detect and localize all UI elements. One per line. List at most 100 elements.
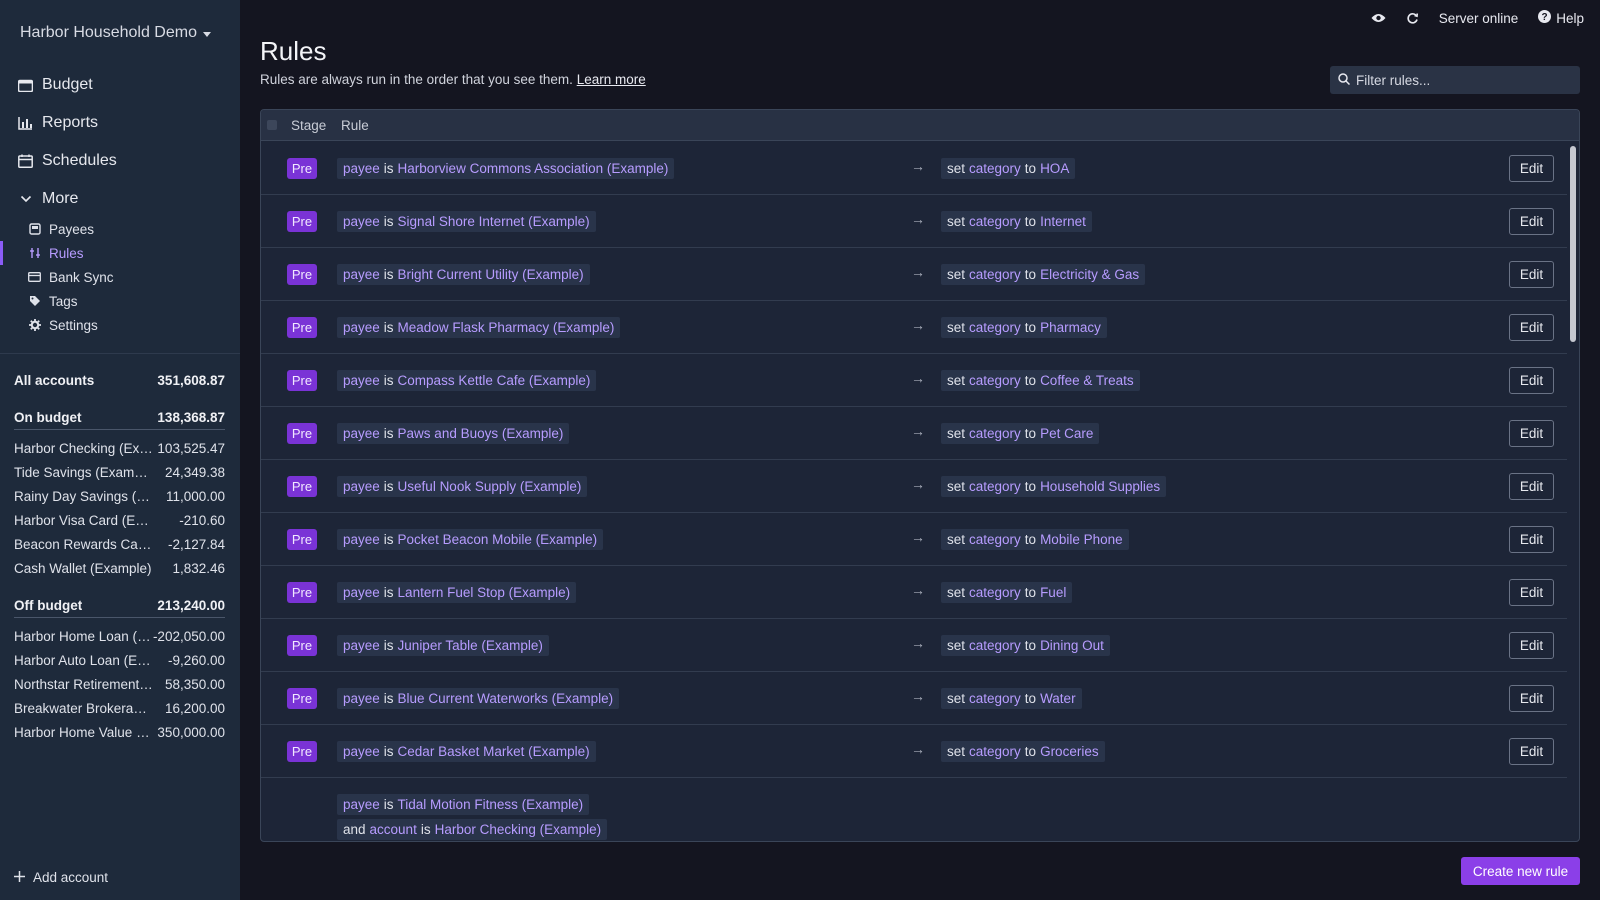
rule-action[interactable]: set category to Dining Out (941, 635, 1110, 656)
action-field: category (969, 585, 1021, 600)
account-item[interactable]: Harbor Home Loan (Example)-202,050.00 (14, 624, 225, 648)
account-item[interactable]: Northstar Retirement (Example) 58,350.00 (14, 672, 225, 696)
rule-action[interactable]: set category to Household Supplies (941, 476, 1167, 497)
rule-row[interactable]: Pre payee is Lantern Fuel Stop (Example)… (261, 566, 1567, 619)
account-item[interactable]: Breakwater Brokerage (Example) 16,200.00 (14, 696, 225, 720)
rule-condition[interactable]: payee is Signal Shore Internet (Example) (337, 211, 596, 232)
rule-action[interactable]: set category to Pet Care (941, 423, 1100, 444)
rule-condition[interactable]: payee is Blue Current Waterworks (Exampl… (337, 688, 620, 709)
edit-rule-button[interactable]: Edit (1509, 420, 1554, 447)
sync-icon[interactable] (1406, 12, 1419, 25)
rule-row[interactable]: Pre payee is Juniper Table (Example) → s… (261, 619, 1567, 672)
action-value: Pharmacy (1040, 320, 1101, 335)
filter-rules-input[interactable] (1356, 72, 1556, 88)
rule-row[interactable]: Pre payee is Cedar Basket Market (Exampl… (261, 725, 1567, 778)
rule-row[interactable]: Pre payee is Meadow Flask Pharmacy (Exam… (261, 301, 1567, 354)
account-item[interactable]: Tide Savings (Example) 24,349.38 (14, 460, 225, 484)
edit-rule-button[interactable]: Edit (1509, 473, 1554, 500)
add-account-button[interactable]: Add account (14, 870, 108, 885)
rule-action[interactable]: set category to Mobile Phone (941, 529, 1129, 550)
rule-action[interactable]: set category to HOA (941, 158, 1076, 179)
edit-rule-button[interactable]: Edit (1509, 685, 1554, 712)
rule-action[interactable]: set category to Groceries (941, 741, 1105, 762)
rule-condition[interactable]: payee is Bright Current Utility (Example… (337, 264, 590, 285)
all-accounts[interactable]: All accounts 351,608.87 (14, 368, 225, 392)
rule-condition[interactable]: payee is Pocket Beacon Mobile (Example) (337, 529, 604, 550)
condition-field: payee (343, 161, 380, 176)
rule-row[interactable]: Pre payee is Harborview Commons Associat… (261, 142, 1567, 195)
account-item[interactable]: Harbor Auto Loan (Example) -9,260.00 (14, 648, 225, 672)
nav-item-reports[interactable]: Reports (18, 104, 117, 142)
rule-condition[interactable]: payee is Lantern Fuel Stop (Example) (337, 582, 577, 603)
rule-action[interactable]: set category to Pharmacy (941, 317, 1107, 338)
rule-condition[interactable]: payee is Tidal Motion Fitness (Example) (337, 794, 590, 815)
sub-nav-tags[interactable]: Tags (0, 289, 240, 313)
edit-rule-button[interactable]: Edit (1509, 367, 1554, 394)
nav-item-schedules[interactable]: Schedules (18, 142, 117, 180)
sub-nav-settings[interactable]: Settings (0, 313, 240, 337)
condition-field: payee (343, 797, 380, 812)
action-field: category (969, 744, 1021, 759)
rule-action[interactable]: set category to Coffee & Treats (941, 370, 1140, 391)
sub-nav-rules[interactable]: Rules (0, 241, 240, 265)
nav-item-more[interactable]: More (18, 180, 117, 218)
nav-item-budget[interactable]: Budget (18, 66, 117, 104)
edit-rule-button[interactable]: Edit (1509, 261, 1554, 288)
rule-row[interactable]: Pre payee is Signal Shore Internet (Exam… (261, 195, 1567, 248)
nav-label: Schedules (42, 152, 117, 169)
server-status[interactable]: Server online (1439, 11, 1519, 26)
action-operator: to (1024, 585, 1037, 600)
rule-action[interactable]: set category to Water (941, 688, 1082, 709)
rule-action[interactable]: set category to Electricity & Gas (941, 264, 1146, 285)
rule-condition[interactable]: payee is Useful Nook Supply (Example) (337, 476, 588, 497)
account-item[interactable]: Harbor Visa Card (Example) -210.60 (14, 508, 225, 532)
rule-row[interactable]: Pre payee is Bright Current Utility (Exa… (261, 248, 1567, 301)
select-all-checkbox[interactable] (267, 120, 277, 130)
rule-condition[interactable]: payee is Compass Kettle Cafe (Example) (337, 370, 597, 391)
edit-rule-button[interactable]: Edit (1509, 526, 1554, 553)
account-item[interactable]: Harbor Checking (Example)103,525.47 (14, 436, 225, 460)
scrollbar-thumb[interactable] (1570, 146, 1576, 342)
budget-name-dropdown[interactable]: Harbor Household Demo (20, 24, 211, 42)
sub-nav-bank-sync[interactable]: Bank Sync (0, 265, 240, 289)
rule-condition[interactable]: payee is Cedar Basket Market (Example) (337, 741, 596, 762)
account-item[interactable]: Harbor Home Value (Example)350,000.00 (14, 720, 225, 744)
account-item[interactable]: Rainy Day Savings (Example) 11,000.00 (14, 484, 225, 508)
rule-condition[interactable]: payee is Harborview Commons Association … (337, 158, 675, 179)
edit-rule-button[interactable]: Edit (1509, 579, 1554, 606)
eye-icon[interactable] (1371, 13, 1386, 23)
account-item[interactable]: Cash Wallet (Example) 1,832.46 (14, 556, 225, 580)
rule-row[interactable]: Pre payee is Paws and Buoys (Example) → … (261, 407, 1567, 460)
learn-more-link[interactable]: Learn more (577, 72, 646, 87)
filter-box[interactable] (1330, 66, 1580, 94)
edit-rule-button[interactable]: Edit (1509, 314, 1554, 341)
sub-nav-payees[interactable]: Payees (0, 217, 240, 241)
sub-nav-label: Tags (49, 293, 78, 309)
page-title: Rules (260, 36, 327, 66)
edit-rule-button[interactable]: Edit (1509, 632, 1554, 659)
rule-condition[interactable]: payee is Paws and Buoys (Example) (337, 423, 570, 444)
create-new-rule-button[interactable]: Create new rule (1461, 857, 1580, 885)
rule-action[interactable]: set category to Internet (941, 211, 1092, 232)
edit-rule-button[interactable]: Edit (1509, 208, 1554, 235)
rule-row[interactable]: Pre payee is Compass Kettle Cafe (Exampl… (261, 354, 1567, 407)
more-sub-nav: Payees Rules Bank Sync Tags Settings (0, 217, 240, 337)
rule-condition[interactable]: payee is Juniper Table (Example) (337, 635, 549, 656)
rule-row[interactable]: Pre payee is Pocket Beacon Mobile (Examp… (261, 513, 1567, 566)
on-budget-group[interactable]: On budget 138,368.87 (14, 406, 225, 430)
rule-row[interactable]: payee is Tidal Motion Fitness (Example) … (261, 778, 1567, 841)
edit-rule-button[interactable]: Edit (1509, 738, 1554, 765)
help-button[interactable]: ? Help (1538, 10, 1584, 26)
rule-row[interactable]: Pre payee is Blue Current Waterworks (Ex… (261, 672, 1567, 725)
edit-rule-button[interactable]: Edit (1509, 155, 1554, 182)
account-balance: 138,368.87 (157, 410, 225, 425)
rule-condition[interactable]: and account is Harbor Checking (Example) (337, 819, 608, 840)
stage-badge: Pre (287, 158, 317, 179)
rule-row[interactable]: Pre payee is Useful Nook Supply (Example… (261, 460, 1567, 513)
rule-condition[interactable]: payee is Meadow Flask Pharmacy (Example) (337, 317, 621, 338)
stage-badge: Pre (287, 529, 317, 550)
account-item[interactable]: Beacon Rewards Card (Example) -2,127.84 (14, 532, 225, 556)
nav-label: Reports (42, 114, 99, 131)
off-budget-group[interactable]: Off budget 213,240.00 (14, 594, 225, 618)
rule-action[interactable]: set category to Fuel (941, 582, 1073, 603)
